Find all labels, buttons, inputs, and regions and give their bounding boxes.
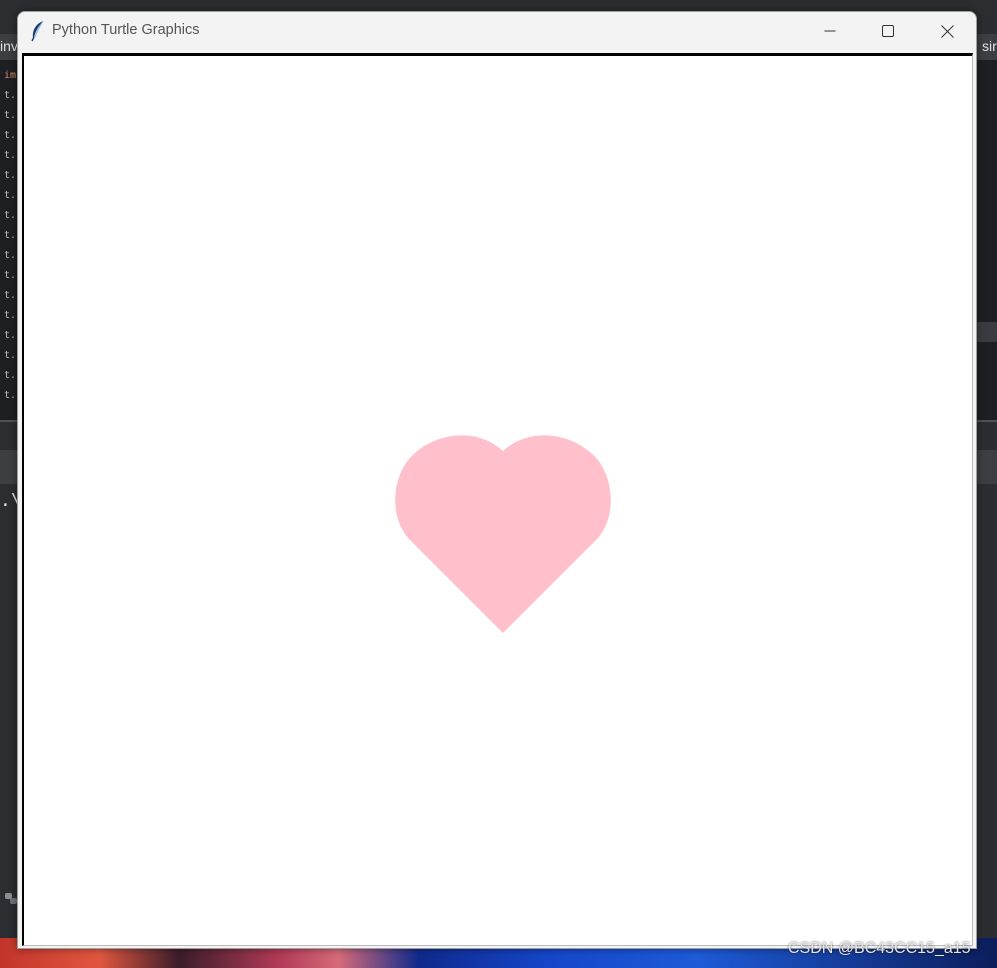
- python-icon[interactable]: [4, 892, 18, 906]
- ide-tab-left[interactable]: inv: [0, 38, 18, 54]
- minimize-button[interactable]: [801, 12, 859, 50]
- close-icon: [940, 24, 954, 38]
- ide-gutter-marker: [975, 322, 997, 342]
- turtle-canvas[interactable]: [24, 56, 972, 945]
- maximize-button[interactable]: [859, 12, 917, 50]
- feather-icon: [31, 20, 44, 42]
- heart-shape: [395, 435, 611, 633]
- turtle-window: Python Turtle Graphics: [17, 11, 977, 949]
- window-title: Python Turtle Graphics: [52, 22, 200, 38]
- turtle-canvas-frame: [22, 53, 973, 946]
- title-bar[interactable]: Python Turtle Graphics: [18, 12, 976, 50]
- maximize-icon: [882, 25, 894, 37]
- ide-tab-right[interactable]: sir: [982, 38, 997, 54]
- close-button[interactable]: [918, 12, 976, 50]
- heart-path: [395, 435, 611, 633]
- watermark: CSDN @BC43CC15_a15: [788, 940, 971, 957]
- minimize-icon: [824, 30, 836, 32]
